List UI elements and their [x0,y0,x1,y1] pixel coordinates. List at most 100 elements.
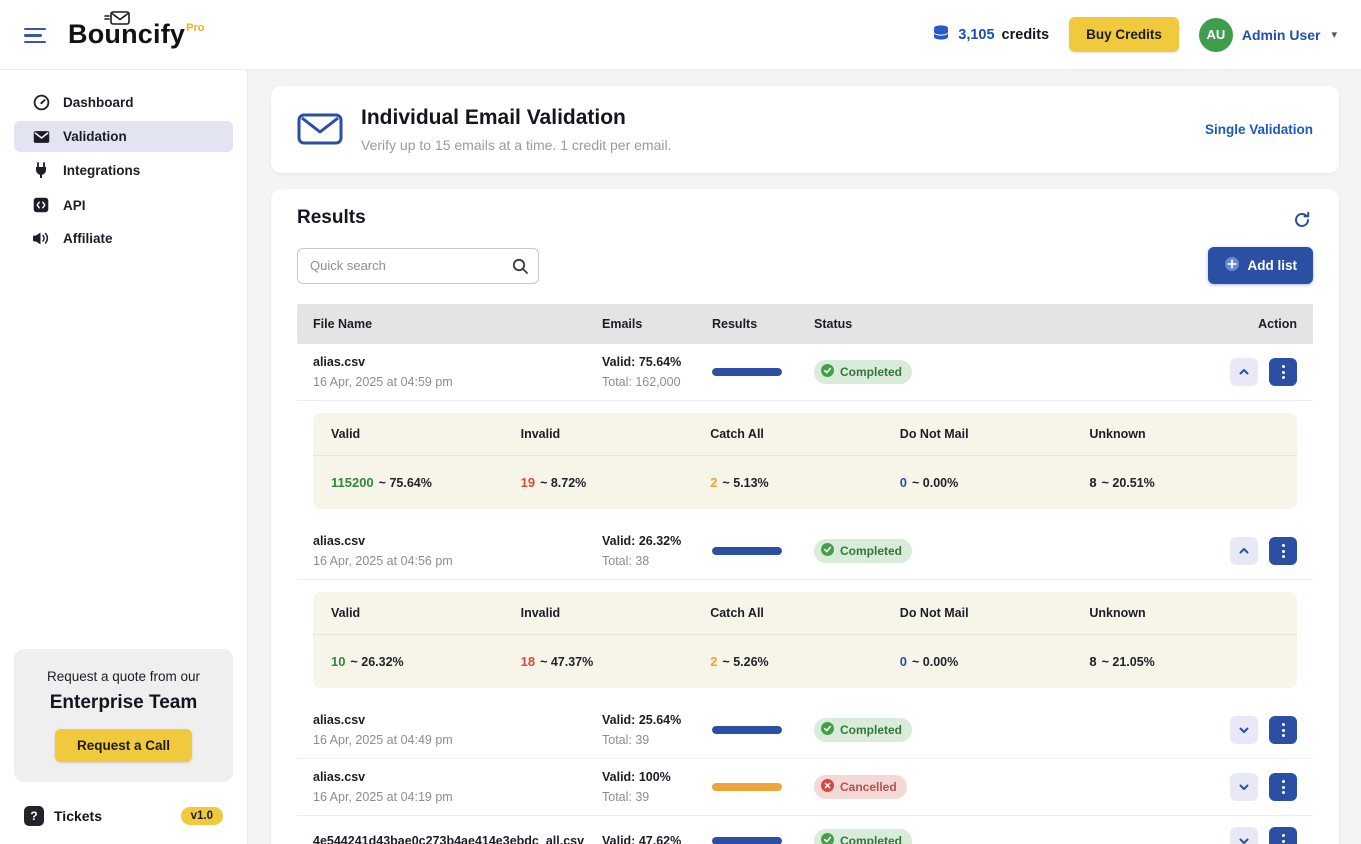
detail-col-invalid: Invalid [521,427,711,441]
progress-bar [712,726,782,734]
detail-col-invalid: Invalid [521,606,711,620]
plus-icon [1224,256,1240,275]
col-emails: Emails [602,317,712,331]
menu-icon[interactable] [24,28,46,44]
status-badge: Completed [814,829,912,844]
file-name: alias.csv [313,355,602,369]
credits-display: 3,105 credits [931,24,1049,46]
valid-percent: Valid: 75.64% [602,355,712,369]
col-status: Status [814,317,1167,331]
unknown-count: 8~ 20.51% [1089,475,1279,490]
single-validation-link[interactable]: Single Validation [1205,122,1313,137]
chevron-down-icon: ▾ [1331,28,1337,41]
status-badge: Cancelled [814,775,907,799]
status-badge: Completed [814,539,912,563]
file-name: alias.csv [313,534,602,548]
catch-all-count: 2~ 5.26% [710,654,900,669]
credits-value: 3,105 [958,27,994,43]
row-detail-panel: Valid Invalid Catch All Do Not Mail Unkn… [313,413,1297,509]
detail-col-do-not-mail: Do Not Mail [900,606,1090,620]
user-menu[interactable]: AU Admin User ▾ [1199,18,1337,52]
do-not-mail-count: 0~ 0.00% [900,654,1090,669]
sidebar-item-api[interactable]: API [14,189,233,221]
tickets-link[interactable]: ? Tickets v1.0 [0,800,233,832]
sidebar-item-dashboard[interactable]: Dashboard [14,86,233,119]
check-circle-icon [821,543,834,559]
sidebar-item-affiliate[interactable]: Affiliate [14,223,233,254]
valid-count: 10~ 26.32% [331,654,521,669]
col-file-name: File Name [313,317,602,331]
detail-col-valid: Valid [331,427,521,441]
brand-pro-badge: Pro [186,22,204,34]
table-header: File Name Emails Results Status Action [297,304,1313,344]
sidebar-nav: Dashboard Validation Integrations API [0,86,247,254]
check-circle-icon [821,364,834,380]
results-table: File Name Emails Results Status Action a… [297,304,1313,844]
sidebar-item-label: Validation [63,129,127,144]
add-list-button[interactable]: Add list [1208,247,1314,284]
enterprise-quote-card: Request a quote from our Enterprise Team… [14,649,233,782]
expand-row-button[interactable] [1230,716,1258,744]
results-title: Results [297,207,1313,229]
check-circle-icon [821,722,834,738]
sidebar-item-label: Integrations [63,163,140,178]
brand-logo[interactable]: Bouncify Pro [68,21,204,48]
row-menu-button[interactable] [1269,537,1297,565]
sidebar-item-integrations[interactable]: Integrations [14,154,233,187]
search-input[interactable] [297,248,539,284]
file-date: 16 Apr, 2025 at 04:59 pm [313,375,602,389]
table-row: alias.csv 16 Apr, 2025 at 04:59 pm Valid… [297,344,1313,401]
buy-credits-button[interactable]: Buy Credits [1069,17,1179,52]
file-date: 16 Apr, 2025 at 04:19 pm [313,790,602,804]
detail-col-do-not-mail: Do Not Mail [900,427,1090,441]
row-menu-button[interactable] [1269,716,1297,744]
total-emails: Total: 38 [602,554,712,568]
detail-col-unknown: Unknown [1089,427,1279,441]
results-card: Results Add list [271,189,1339,844]
status-badge: Completed [814,718,912,742]
validation-hero-card: Individual Email Validation Verify up to… [271,86,1339,173]
file-date: 16 Apr, 2025 at 04:49 pm [313,733,602,747]
status-badge: Completed [814,360,912,384]
detail-col-valid: Valid [331,606,521,620]
expand-row-button[interactable] [1230,827,1258,844]
row-menu-button[interactable] [1269,773,1297,801]
total-emails: Total: 39 [602,790,712,804]
help-icon: ? [24,806,44,826]
user-name: Admin User [1242,27,1321,43]
page-title: Individual Email Validation [361,106,671,130]
file-name: alias.csv [313,770,602,784]
version-badge: v1.0 [181,807,223,825]
results-toolbar: Add list [297,247,1313,284]
table-row: alias.csv 16 Apr, 2025 at 04:56 pm Valid… [297,523,1313,580]
row-menu-button[interactable] [1269,358,1297,386]
row-menu-button[interactable] [1269,827,1297,844]
unknown-count: 8~ 21.05% [1089,654,1279,669]
page-subtitle: Verify up to 15 emails at a time. 1 cred… [361,137,671,153]
catch-all-count: 2~ 5.13% [710,475,900,490]
total-emails: Total: 39 [602,733,712,747]
check-circle-icon [821,833,834,844]
row-detail-panel: Valid Invalid Catch All Do Not Mail Unkn… [313,592,1297,688]
x-circle-icon [821,779,834,795]
refresh-button[interactable] [1291,209,1313,234]
file-name: alias.csv [313,713,602,727]
collapse-row-button[interactable] [1230,358,1258,386]
file-date: 16 Apr, 2025 at 04:56 pm [313,554,602,568]
progress-bar [712,368,782,376]
code-icon [32,197,50,213]
request-call-button[interactable]: Request a Call [55,729,192,762]
plug-icon [32,162,50,179]
valid-percent: Valid: 100% [602,770,712,784]
sidebar-item-label: API [63,198,86,213]
email-validation-icon [297,108,343,151]
validation-envelope-icon [32,130,50,144]
collapse-row-button[interactable] [1230,537,1258,565]
file-name: 4e544241d43bae0c273b4ae414e3ebdc_all.csv [313,834,602,844]
search-box [297,248,539,284]
dashboard-icon [32,94,50,111]
expand-row-button[interactable] [1230,773,1258,801]
top-header: Bouncify Pro 3,105 credits Buy Credits A… [0,0,1361,70]
sidebar-item-validation[interactable]: Validation [14,121,233,152]
main-content: Individual Email Validation Verify up to… [249,70,1361,844]
